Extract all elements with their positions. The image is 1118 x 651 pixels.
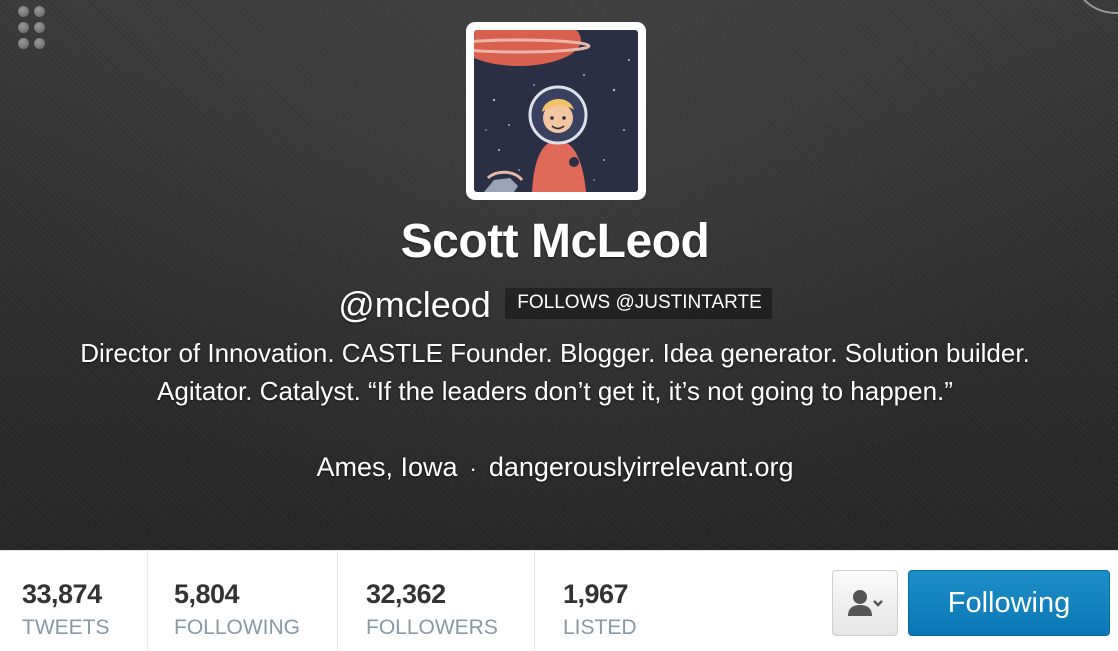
- stat-label: FOLLOWERS: [366, 616, 498, 639]
- profile-name: Scott McLeod: [400, 215, 710, 268]
- profile-meta: Ames, Iowa · dangerouslyirrelevant.org: [0, 452, 1110, 483]
- stat-tweets[interactable]: 33,874 TWEETS: [0, 551, 148, 651]
- stat-label: FOLLOWING: [174, 616, 301, 639]
- person-dropdown-icon: [848, 590, 883, 616]
- profile-location: Ames, Iowa: [316, 452, 458, 482]
- profile-website-link[interactable]: dangerouslyirrelevant.org: [489, 452, 794, 482]
- stat-value: 33,874: [22, 579, 102, 609]
- avatar-image: [474, 30, 638, 192]
- profile-handle[interactable]: @mcleod: [338, 284, 491, 325]
- stat-following[interactable]: 5,804 FOLLOWING: [148, 551, 338, 651]
- stat-label: TWEETS: [22, 616, 110, 639]
- stat-value: 32,362: [366, 579, 446, 609]
- follows-you-badge: FOLLOWS @JUSTINTARTE: [505, 287, 772, 319]
- grid-menu-icon[interactable]: [18, 6, 46, 50]
- stat-label: LISTED: [563, 616, 637, 639]
- avatar[interactable]: [466, 22, 646, 200]
- corner-decoration: [1074, 0, 1118, 14]
- profile-header: Scott McLeod @mcleod FOLLOWS @JUSTINTART…: [0, 0, 1118, 550]
- handle-row: @mcleod FOLLOWS @JUSTINTARTE: [0, 284, 1110, 326]
- meta-separator: ·: [469, 455, 477, 481]
- stat-value: 5,804: [174, 579, 240, 609]
- profile-bio: Director of Innovation. CASTLE Founder. …: [80, 338, 1030, 406]
- stat-followers[interactable]: 32,362 FOLLOWERS: [338, 551, 535, 651]
- user-actions-dropdown-button[interactable]: [832, 570, 898, 636]
- following-button[interactable]: Following: [908, 570, 1110, 636]
- stat-listed[interactable]: 1,967 LISTED: [535, 551, 685, 651]
- stat-value: 1,967: [563, 579, 629, 609]
